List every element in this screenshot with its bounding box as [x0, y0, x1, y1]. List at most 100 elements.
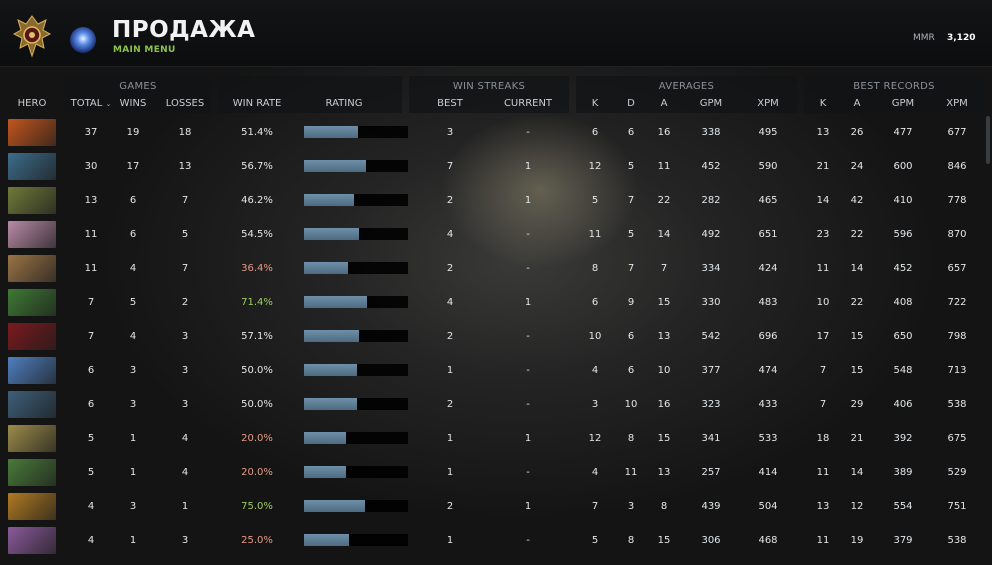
- rating-bar-fill: [304, 466, 346, 478]
- hero-portrait[interactable]: [8, 493, 56, 520]
- cell-avg-xpm: 696: [758, 331, 778, 342]
- cell-wins: 3: [129, 365, 137, 376]
- cell-best-kills: 17: [816, 331, 830, 342]
- col-avg-kills[interactable]: K: [584, 98, 606, 109]
- col-best-kills[interactable]: K: [812, 98, 834, 109]
- cell-avg-kills: 11: [588, 229, 602, 240]
- cell-best-kills: 7: [819, 365, 827, 376]
- cell-total: 7: [87, 331, 95, 342]
- table-row[interactable]: 4 1 3 25.0% 1 - 5 8 15 306 468 11 19 379 538: [0, 524, 985, 558]
- table-row[interactable]: 37 19 18 51.4% 3 - 6 6 16 338 495 13 26 477 677: [0, 116, 985, 150]
- cell-best-kills: 11: [816, 535, 830, 546]
- cell-wins: 1: [129, 433, 137, 444]
- cell-losses: 7: [181, 195, 189, 206]
- cell-avg-assists: 15: [657, 433, 671, 444]
- col-avg-assists[interactable]: A: [653, 98, 675, 109]
- cell-avg-kills: 8: [591, 263, 599, 274]
- main-menu-link[interactable]: MAIN MENU: [113, 45, 176, 55]
- cell-losses: 1: [181, 501, 189, 512]
- cell-current-streak: 1: [524, 297, 532, 308]
- cell-best-kills: 21: [816, 161, 830, 172]
- table-row[interactable]: 30 17 13 56.7% 7 1 12 5 11 452 590 21 24 600 846: [0, 150, 985, 184]
- cell-wins: 4: [129, 263, 137, 274]
- hero-portrait[interactable]: [8, 187, 56, 214]
- table-row[interactable]: 13 6 7 46.2% 2 1 5 7 22 282 465 14 42 410 778: [0, 184, 985, 218]
- hero-portrait[interactable]: [8, 459, 56, 486]
- col-wins[interactable]: WINS: [115, 98, 151, 109]
- scrollbar-thumb[interactable]: [986, 116, 990, 164]
- cell-wins: 1: [129, 535, 137, 546]
- rating-bar-track: [304, 534, 408, 546]
- cell-losses: 2: [181, 297, 189, 308]
- col-best-assists[interactable]: A: [846, 98, 868, 109]
- cell-losses: 18: [178, 127, 192, 138]
- cell-avg-deaths: 10: [624, 399, 638, 410]
- table-row[interactable]: 7 5 2 71.4% 4 1 6 9 15 330 483 10 22 408 722: [0, 286, 985, 320]
- table-row[interactable]: 6 3 3 50.0% 2 - 3 10 16 323 433 7 29 406 538: [0, 388, 985, 422]
- hero-portrait[interactable]: [8, 357, 56, 384]
- hero-portrait[interactable]: [8, 221, 56, 248]
- cell-best-streak: 2: [446, 263, 454, 274]
- cell-current-streak: -: [526, 365, 530, 376]
- hero-portrait[interactable]: [8, 289, 56, 316]
- cell-avg-kills: 12: [588, 161, 602, 172]
- col-best-streak[interactable]: BEST: [430, 98, 470, 109]
- hero-avatar-orb-icon[interactable]: [70, 27, 96, 53]
- cell-avg-kills: 4: [591, 365, 599, 376]
- col-total[interactable]: TOTAL ⌄: [66, 98, 116, 109]
- cell-avg-xpm: 533: [758, 433, 778, 444]
- cell-best-xpm: 751: [947, 501, 967, 512]
- cell-best-kills: 11: [816, 467, 830, 478]
- col-best-xpm[interactable]: XPM: [939, 98, 975, 109]
- cell-best-gpm: 379: [893, 535, 913, 546]
- rating-bar-fill: [304, 398, 357, 410]
- cell-best-gpm: 650: [893, 331, 913, 342]
- cell-best-kills: 18: [816, 433, 830, 444]
- cell-avg-xpm: 465: [758, 195, 778, 206]
- cell-avg-deaths: 11: [624, 467, 638, 478]
- cell-avg-deaths: 7: [627, 195, 635, 206]
- table-row[interactable]: 7 4 3 57.1% 2 - 10 6 13 542 696 17 15 650 798: [0, 320, 985, 354]
- table-row[interactable]: 4 3 1 75.0% 2 1 7 3 8 439 504 13 12 554 751: [0, 490, 985, 524]
- hero-portrait[interactable]: [8, 425, 56, 452]
- hero-portrait[interactable]: [8, 153, 56, 180]
- col-current-streak[interactable]: CURRENT: [500, 98, 556, 109]
- cell-current-streak: -: [526, 467, 530, 478]
- col-hero[interactable]: HERO: [10, 98, 54, 109]
- col-avg-deaths[interactable]: D: [620, 98, 642, 109]
- table-row[interactable]: 11 4 7 36.4% 2 - 8 7 7 334 424 11 14 452 657: [0, 252, 985, 286]
- cell-best-kills: 10: [816, 297, 830, 308]
- hero-portrait[interactable]: [8, 323, 56, 350]
- cell-best-assists: 22: [850, 297, 864, 308]
- cell-avg-xpm: 504: [758, 501, 778, 512]
- cell-wins: 3: [129, 501, 137, 512]
- hero-portrait[interactable]: [8, 119, 56, 146]
- hero-portrait[interactable]: [8, 255, 56, 282]
- hero-portrait[interactable]: [8, 527, 56, 554]
- cell-best-xpm: 846: [947, 161, 967, 172]
- hero-portrait[interactable]: [8, 391, 56, 418]
- table-row[interactable]: 11 6 5 54.5% 4 - 11 5 14 492 651 23 22 596 870: [0, 218, 985, 252]
- cell-avg-assists: 15: [657, 535, 671, 546]
- col-rating[interactable]: RATING: [314, 98, 374, 109]
- cell-wins: 6: [129, 195, 137, 206]
- col-win-rate[interactable]: WIN RATE: [228, 98, 286, 109]
- col-best-gpm[interactable]: GPM: [885, 98, 921, 109]
- cell-avg-gpm: 542: [701, 331, 721, 342]
- col-losses[interactable]: LOSSES: [160, 98, 210, 109]
- table-row[interactable]: 5 1 4 20.0% 1 1 12 8 15 341 533 18 21 392 675: [0, 422, 985, 456]
- cell-losses: 3: [181, 365, 189, 376]
- cell-best-assists: 22: [850, 229, 864, 240]
- table-row[interactable]: 5 1 4 20.0% 1-4 11 13 257 414 11 14 389 529: [0, 456, 985, 490]
- cell-best-kills: 23: [816, 229, 830, 240]
- table-row[interactable]: 6 3 3 50.0% 1 - 4 6 10 377 474 7 15 548 713: [0, 354, 985, 388]
- cell-avg-gpm: 282: [701, 195, 721, 206]
- cell-best-kills: 11: [816, 263, 830, 274]
- cell-avg-gpm: 439: [701, 501, 721, 512]
- rating-bar-fill: [304, 432, 346, 444]
- rating-bar-fill: [304, 534, 349, 546]
- top-bar: ПРОДАЖА MAIN MENU MMR 3,120: [0, 0, 992, 67]
- col-avg-xpm[interactable]: XPM: [750, 98, 786, 109]
- col-avg-gpm[interactable]: GPM: [693, 98, 729, 109]
- cell-best-assists: 19: [850, 535, 864, 546]
